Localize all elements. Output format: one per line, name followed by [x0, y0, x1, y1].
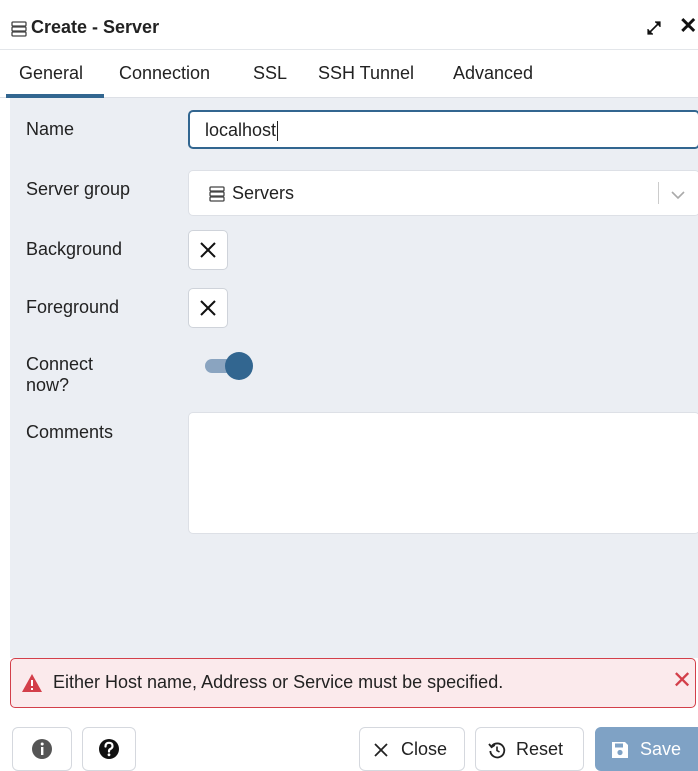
- error-alert: Either Host name, Address or Service mus…: [10, 658, 696, 708]
- background-label: Background: [26, 239, 123, 259]
- tab-bar: General Connection SSL SSH Tunnel Advanc…: [0, 50, 698, 98]
- tab-general[interactable]: General: [19, 63, 83, 84]
- server-group-icon: [11, 21, 27, 37]
- tab-advanced[interactable]: Advanced: [453, 63, 533, 84]
- chevron-down-icon[interactable]: [669, 186, 687, 204]
- close-button[interactable]: Close: [359, 727, 465, 771]
- dialog-title: Create - Server: [31, 17, 160, 37]
- comments-label: Comments: [26, 422, 114, 442]
- toggle-thumb: [225, 352, 253, 380]
- tab-connection[interactable]: Connection: [119, 63, 210, 84]
- dialog-titlebar: Create - Server ✕: [0, 0, 698, 50]
- help-icon: [99, 739, 119, 759]
- reset-button[interactable]: Reset: [475, 727, 584, 771]
- server-group-select[interactable]: Servers: [188, 170, 698, 216]
- close-alert-icon[interactable]: ✕: [672, 668, 692, 694]
- server-group-value: Servers: [232, 183, 295, 203]
- background-color-picker[interactable]: [188, 230, 228, 270]
- name-label: Name: [26, 119, 75, 139]
- save-icon: [612, 742, 628, 758]
- name-field[interactable]: localhost: [188, 110, 698, 149]
- save-button-label: Save: [640, 739, 682, 759]
- foreground-label: Foreground: [26, 297, 120, 317]
- no-color-icon: [200, 242, 216, 258]
- server-group-label: Server group: [26, 179, 131, 199]
- select-separator: [658, 182, 659, 204]
- no-color-icon: [200, 300, 216, 316]
- save-button[interactable]: Save: [595, 727, 698, 771]
- server-group-icon: [209, 186, 225, 202]
- comments-textarea[interactable]: [188, 412, 698, 534]
- tab-ssh-tunnel[interactable]: SSH Tunnel: [318, 63, 414, 84]
- expand-icon[interactable]: [646, 20, 662, 36]
- form-panel: Name localhost Server group Servers Back…: [10, 98, 698, 658]
- close-button-label: Close: [401, 739, 448, 759]
- text-caret: [277, 121, 279, 142]
- reset-icon: [488, 742, 506, 759]
- info-button[interactable]: [12, 727, 72, 771]
- close-icon[interactable]: ✕: [679, 14, 697, 38]
- connect-now-toggle[interactable]: [203, 350, 259, 382]
- foreground-color-picker[interactable]: [188, 288, 228, 328]
- warning-icon: [22, 674, 42, 692]
- name-value: localhost: [205, 120, 277, 140]
- info-icon: [32, 739, 52, 759]
- help-button[interactable]: [82, 727, 136, 771]
- dialog-footer: Close Reset Save: [0, 708, 698, 771]
- close-icon: [374, 743, 388, 757]
- reset-button-label: Reset: [516, 739, 564, 759]
- error-message: Either Host name, Address or Service mus…: [53, 672, 504, 692]
- tab-ssl[interactable]: SSL: [253, 63, 287, 84]
- connect-now-label: Connect now?: [26, 354, 94, 395]
